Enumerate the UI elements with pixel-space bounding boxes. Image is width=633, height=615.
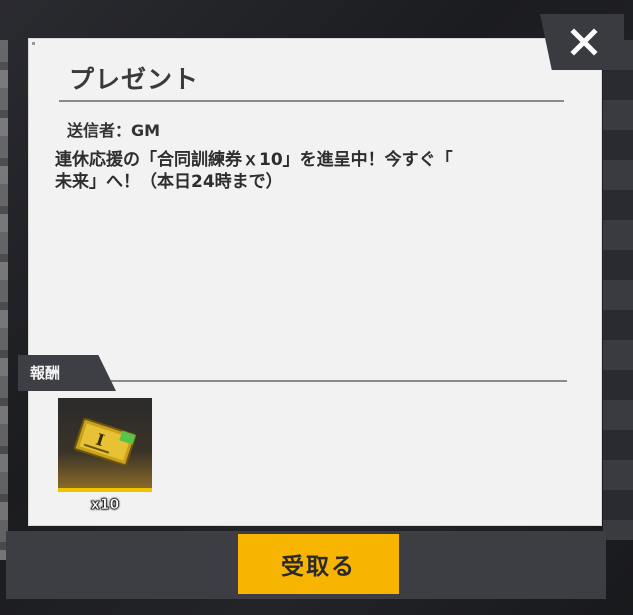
corner-dot bbox=[32, 42, 35, 45]
sender-label: 送信者： bbox=[67, 121, 132, 140]
sender-row: 送信者：GM bbox=[67, 117, 160, 141]
reward-divider bbox=[99, 380, 567, 382]
sender-name: GM bbox=[131, 121, 161, 140]
training-ticket-icon: I bbox=[73, 417, 137, 467]
reward-quantity: x10 bbox=[90, 497, 120, 514]
close-button[interactable] bbox=[540, 14, 624, 70]
message-line: 未来」へ！（本日24時まで） bbox=[55, 172, 283, 192]
reward-item[interactable]: I bbox=[58, 398, 152, 492]
dialog-title: プレゼント bbox=[69, 65, 200, 94]
message-body: 連休応援の「合同訓練券ｘ10」を進呈中！今すぐ「 未来」へ！（本日24時まで） bbox=[55, 149, 575, 193]
present-dialog: プレゼント 送信者：GM 連休応援の「合同訓練券ｘ10」を進呈中！今すぐ「 未来… bbox=[18, 38, 602, 526]
title-divider bbox=[59, 100, 564, 102]
background-decoration-right bbox=[603, 40, 633, 540]
reward-section-tab: 報酬 bbox=[18, 355, 116, 391]
message-line: 連休応援の「合同訓練券ｘ10」を進呈中！今すぐ「 bbox=[55, 150, 453, 170]
close-icon bbox=[570, 28, 598, 56]
background-decoration bbox=[0, 40, 8, 560]
game-screen: プレゼント 送信者：GM 連休応援の「合同訓練券ｘ10」を進呈中！今すぐ「 未来… bbox=[0, 0, 633, 615]
receive-button[interactable]: 受取る bbox=[238, 534, 399, 594]
